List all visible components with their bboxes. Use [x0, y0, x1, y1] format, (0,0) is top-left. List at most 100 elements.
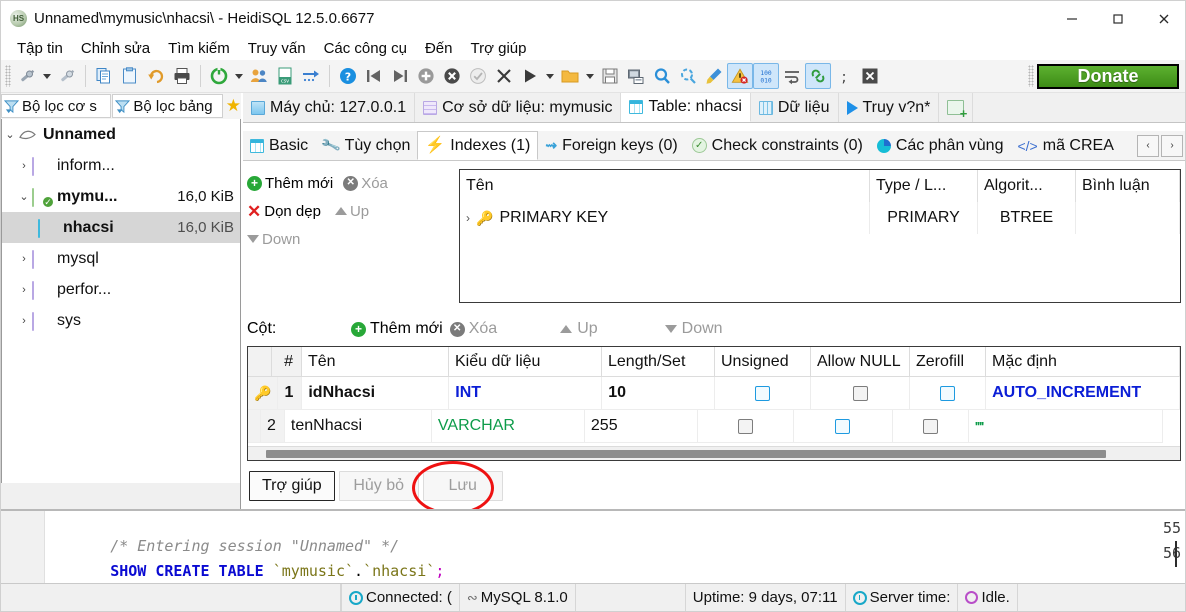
execute-dropdown-icon[interactable] [543, 63, 557, 89]
subtab-create-code[interactable]: </> mã CREA [1010, 131, 1120, 160]
toolbar-grip[interactable] [5, 65, 11, 87]
first-record-icon[interactable] [361, 63, 387, 89]
help-button[interactable]: Trợ giúp [249, 471, 335, 501]
session-manager-icon[interactable] [14, 63, 40, 89]
menu-item-tools[interactable]: Các công cụ [315, 38, 416, 59]
column-delete-button[interactable]: ✕ Xóa [449, 320, 497, 338]
menu-item-query[interactable]: Truy vấn [239, 38, 315, 59]
index-up-button[interactable]: Up [334, 203, 369, 220]
undo-icon[interactable] [143, 63, 169, 89]
tree-node-mysql[interactable]: › mysql [2, 243, 240, 274]
column-zerofill-checkbox[interactable] [910, 377, 987, 410]
tab-new-query[interactable] [939, 93, 974, 122]
indexes-col-algorithm[interactable]: Algorit... [978, 170, 1076, 202]
find-icon[interactable] [649, 63, 675, 89]
index-add-button[interactable]: + Thêm mới [247, 175, 333, 192]
help-icon[interactable]: ? [335, 63, 361, 89]
sql-log-panel[interactable]: 55 56 /* Entering session "Unnamed" */ S… [1, 509, 1185, 587]
last-record-icon[interactable] [387, 63, 413, 89]
menu-item-goto[interactable]: Đến [416, 38, 462, 59]
columns-col-unsigned[interactable]: Unsigned [715, 347, 811, 377]
favorites-star-icon[interactable]: ★ [226, 96, 241, 116]
column-unsigned-checkbox[interactable] [697, 410, 794, 443]
save-button[interactable]: Lưu [422, 471, 503, 501]
expander-icon[interactable]: › [16, 253, 32, 265]
column-down-button[interactable]: Down [664, 320, 723, 338]
word-wrap-icon[interactable] [779, 63, 805, 89]
scrollbar-thumb[interactable] [266, 450, 1106, 458]
tree-node-mymusic[interactable]: ⌄ mymu... 16,0 KiB [2, 181, 240, 212]
column-unsigned-checkbox[interactable] [715, 377, 812, 410]
donate-button[interactable]: Donate [1037, 64, 1179, 89]
replace-icon[interactable] [675, 63, 701, 89]
expander-icon[interactable]: › [466, 211, 470, 225]
expander-icon[interactable]: ⌄ [2, 128, 18, 141]
tree-node-unnamed[interactable]: ⌄ Unnamed [2, 119, 240, 150]
semicolon-icon[interactable]: ; [831, 63, 857, 89]
column-datatype[interactable]: INT [449, 377, 603, 410]
expander-icon[interactable]: › [16, 160, 32, 172]
column-zerofill-checkbox[interactable] [892, 410, 969, 443]
column-datatype[interactable]: VARCHAR [431, 410, 585, 443]
column-up-button[interactable]: Up [560, 320, 598, 338]
columns-col-key[interactable] [248, 347, 272, 377]
copy-icon[interactable] [91, 63, 117, 89]
link-icon[interactable] [805, 63, 831, 89]
expander-icon[interactable]: › [16, 284, 32, 296]
index-clear-button[interactable]: ✕ Dọn dẹp [247, 203, 321, 220]
columns-col-name[interactable]: Tên [302, 347, 449, 377]
new-session-icon[interactable] [54, 63, 80, 89]
tree-node-sys[interactable]: › sys [2, 305, 240, 336]
import-icon[interactable] [298, 63, 324, 89]
execute-query-icon[interactable] [517, 63, 543, 89]
delete-record-icon[interactable] [439, 63, 465, 89]
indexes-col-type[interactable]: Type / L... [870, 170, 978, 202]
column-default[interactable]: '''' [968, 410, 1163, 443]
tab-database[interactable]: Cơ sở dữ liệu: mymusic [415, 93, 622, 122]
expander-icon[interactable]: ⌄ [16, 190, 32, 203]
index-down-button[interactable]: Down [247, 231, 300, 248]
close-button[interactable] [1141, 1, 1185, 37]
paste-icon[interactable] [117, 63, 143, 89]
insert-record-icon[interactable] [413, 63, 439, 89]
save-sql-as-icon[interactable] [623, 63, 649, 89]
cancel-changes-icon[interactable] [491, 63, 517, 89]
minimize-button[interactable] [1049, 1, 1095, 37]
menu-item-edit[interactable]: Chỉnh sửa [72, 38, 159, 59]
session-manager-dropdown-icon[interactable] [40, 63, 54, 89]
column-name[interactable]: idNhacsi [302, 377, 450, 410]
database-tree[interactable]: ⌄ Unnamed › inform... ⌄ mymu... 16,0 KiB… [1, 119, 241, 507]
tree-node-information-schema[interactable]: › inform... [2, 150, 240, 181]
table-filter-input[interactable]: Bộ lọc bảng [112, 94, 223, 118]
columns-col-length[interactable]: Length/Set [602, 347, 715, 377]
binary-view-icon[interactable]: 100 010 [753, 63, 779, 89]
columns-grid-row[interactable]: 🔑 1 idNhacsi INT 10 AUTO_INCREMENT [248, 377, 1180, 410]
status-idle[interactable]: Idle. [958, 583, 1018, 611]
column-length[interactable]: 10 [602, 377, 716, 410]
format-sql-icon[interactable] [701, 63, 727, 89]
columns-grid-row[interactable]: 2 tenNhacsi VARCHAR 255 '''' [248, 410, 1180, 443]
tab-table[interactable]: Table: nhacsi [621, 93, 751, 122]
menu-item-search[interactable]: Tìm kiếm [159, 38, 239, 59]
columns-col-zerofill[interactable]: Zerofill [910, 347, 986, 377]
cancel-button[interactable]: Hủy bỏ [338, 471, 419, 501]
column-name[interactable]: tenNhacsi [284, 410, 432, 443]
subtab-scroll-right-button[interactable]: › [1161, 134, 1183, 157]
maximize-button[interactable] [1095, 1, 1141, 37]
refresh-dropdown-icon[interactable] [232, 63, 246, 89]
tab-server[interactable]: Máy chủ: 127.0.0.1 [243, 93, 416, 122]
status-uptime[interactable]: Uptime: 9 days, 07:11 [686, 583, 846, 611]
status-server-time[interactable]: Server time: [846, 583, 959, 611]
subtab-basic[interactable]: Basic [243, 131, 315, 160]
columns-col-datatype[interactable]: Kiểu dữ liệu [449, 347, 602, 377]
save-sql-icon[interactable] [597, 63, 623, 89]
user-manager-icon[interactable] [246, 63, 272, 89]
indexes-grid-row[interactable]: › 🔑 PRIMARY KEY PRIMARY BTREE [460, 202, 1180, 234]
indexes-grid[interactable]: Tên Type / L... Algorit... Bình luận › 🔑… [459, 169, 1181, 303]
column-default[interactable]: AUTO_INCREMENT [986, 377, 1180, 410]
stop-icon[interactable] [857, 63, 883, 89]
indexes-col-comment[interactable]: Bình luận [1076, 170, 1180, 202]
columns-col-number[interactable]: # [272, 347, 302, 377]
subtab-check-constraints[interactable]: ✓ Check constraints (0) [685, 131, 870, 160]
subtab-partitions[interactable]: Các phân vùng [870, 131, 1011, 160]
